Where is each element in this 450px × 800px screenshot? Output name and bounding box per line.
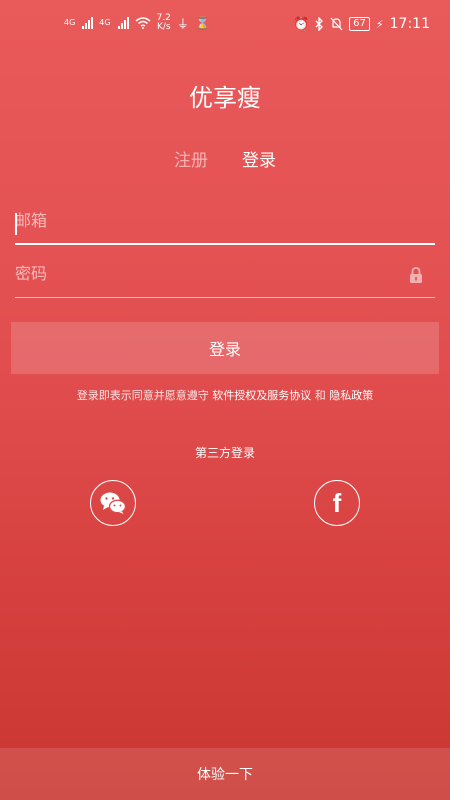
- try-it-button[interactable]: 体验一下: [0, 748, 450, 800]
- mute-bell-icon: [330, 17, 343, 31]
- license-agreement-link[interactable]: 软件授权及服务协议: [212, 389, 311, 402]
- text-cursor: [15, 213, 17, 235]
- tab-register[interactable]: 注册: [174, 146, 208, 171]
- login-button[interactable]: 登录: [11, 322, 439, 374]
- password-field[interactable]: [15, 258, 405, 288]
- hourglass-icon: ⌛: [194, 16, 210, 30]
- wechat-icon: [100, 492, 127, 514]
- lock-icon: [410, 267, 422, 283]
- facebook-icon: f: [332, 488, 342, 518]
- network-type-1: 4G: [64, 18, 76, 27]
- network-speed: 7.2 K/s: [156, 13, 171, 32]
- agreement-text: 登录即表示同意并愿意遵守 软件授权及服务协议 和 隐私政策: [76, 389, 374, 402]
- app-title: 优享瘦: [189, 84, 261, 112]
- usb-icon: ⏚: [176, 16, 189, 31]
- facebook-login-button[interactable]: f: [314, 480, 360, 526]
- password-underline: [15, 297, 435, 298]
- alarm-icon: ⏰: [292, 16, 310, 32]
- battery-indicator: 67: [349, 17, 370, 31]
- clock-time: 17:11: [389, 16, 430, 32]
- wifi-icon: [135, 17, 151, 29]
- bluetooth-icon: [315, 17, 324, 31]
- auth-tabs: 注册 登录: [0, 146, 450, 171]
- signal-icon: [82, 17, 94, 29]
- password-field-container: [15, 258, 435, 298]
- network-type-2: 4G: [99, 18, 111, 27]
- signal-icon-2: [117, 17, 129, 29]
- email-field[interactable]: [15, 205, 405, 235]
- charging-icon: ⚡: [375, 17, 384, 31]
- third-party-login-title: 第三方登录: [194, 446, 255, 460]
- email-field-container: [15, 205, 435, 245]
- wechat-login-button[interactable]: [90, 480, 136, 526]
- privacy-policy-link[interactable]: 隐私政策: [329, 389, 373, 402]
- email-underline: [15, 243, 435, 245]
- tab-login[interactable]: 登录: [242, 146, 276, 171]
- status-bar: 4G 4G 7.2 K/s ⏚ ⌛ ⏰ 67 ⚡ 17:11: [0, 0, 450, 50]
